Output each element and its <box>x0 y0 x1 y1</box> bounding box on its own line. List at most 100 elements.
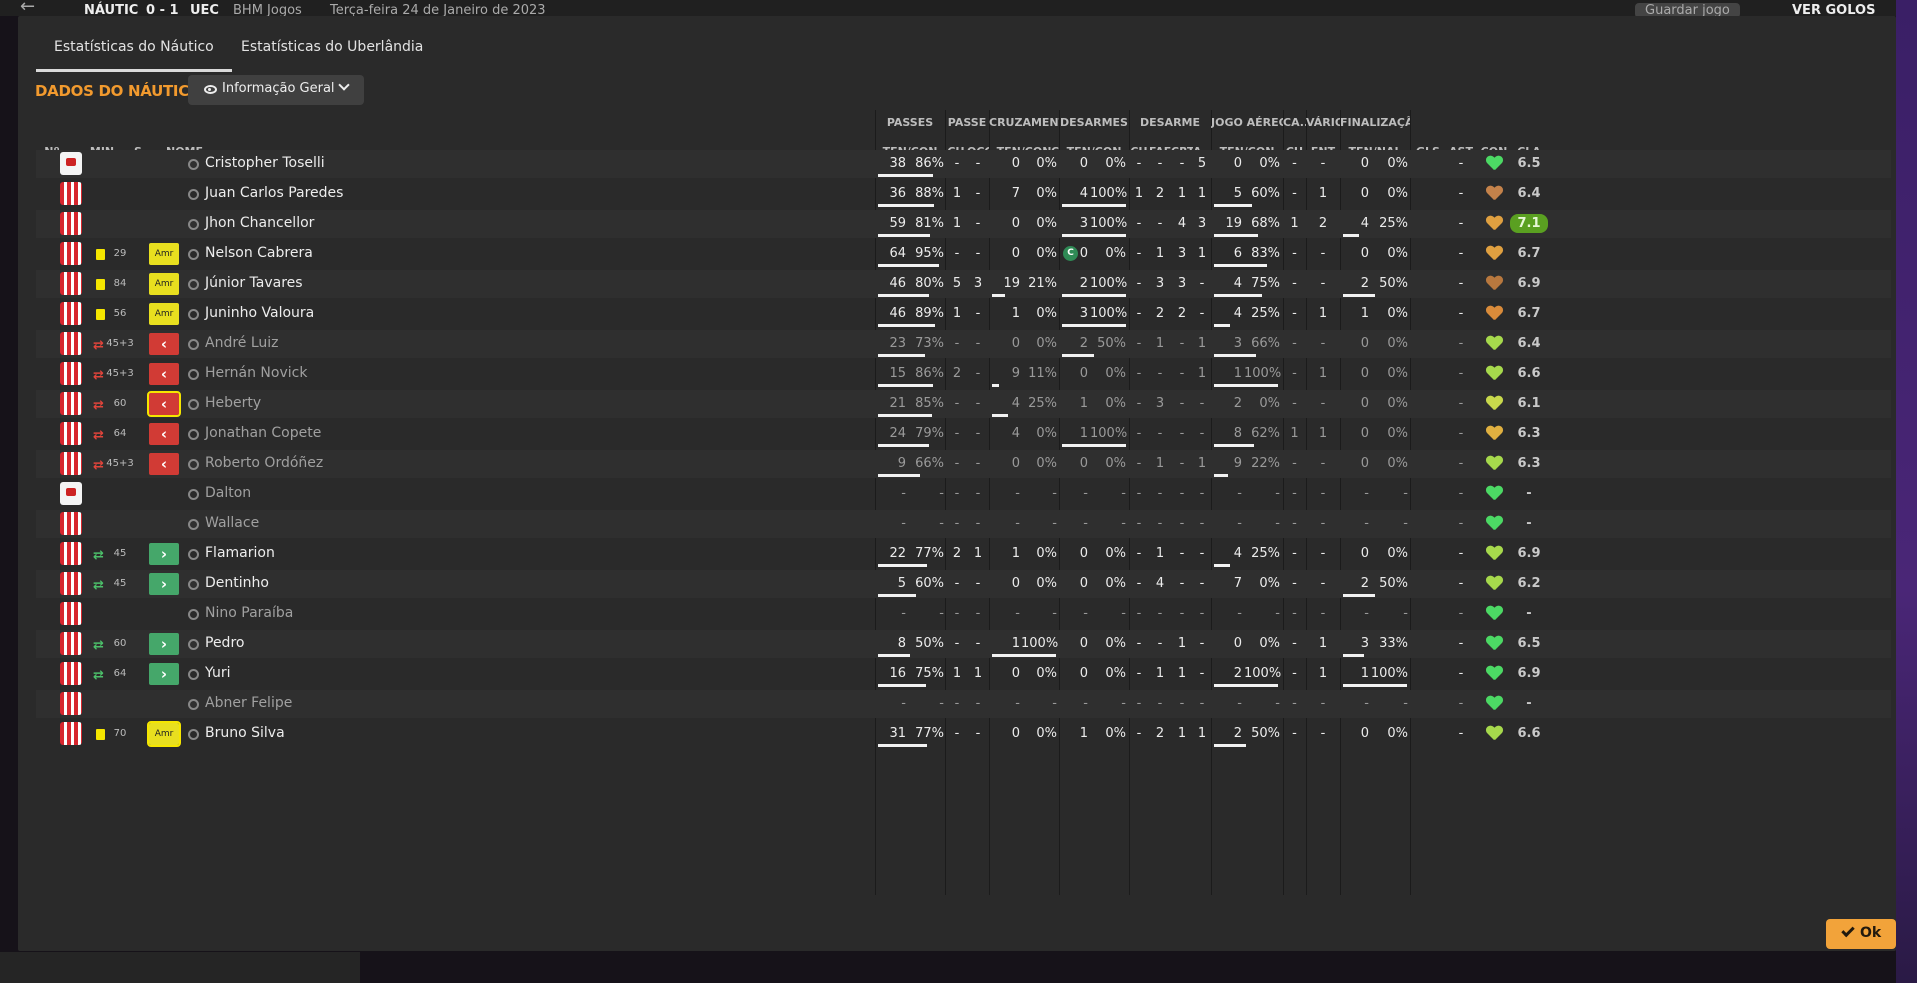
player-name[interactable]: Juan Carlos Paredes <box>205 185 343 201</box>
player-name[interactable]: Roberto Ordóñez <box>205 455 323 471</box>
player-name[interactable]: Abner Felipe <box>205 695 292 711</box>
passes-attempted: 22 <box>889 546 906 561</box>
table-row[interactable]: ⇄ 45+3 ‹ Hernán Novick 15 86% 2-9 11% 0 0% - - -1 1 10… <box>36 360 1891 388</box>
headers-attempted: 7 <box>1233 576 1242 591</box>
tackles-won-pct: - <box>1121 516 1126 531</box>
tackle-a: - <box>1199 666 1205 681</box>
table-row[interactable]: Jhon Chancellor 59 81% 1-0 0% 3 100% - -4 3 19 68% 1… <box>36 210 1891 238</box>
crosses-completed-pct: - <box>1052 516 1057 531</box>
player-name[interactable]: Heberty <box>205 395 261 411</box>
tackles-won-pct: 100% <box>1090 306 1128 321</box>
table-row[interactable]: ⇄ 64 ‹ Jonathan Copete 24 79% - -4 0% 1 100% - - - -8 6… <box>36 420 1891 448</box>
passes-bar <box>878 294 929 297</box>
sub-out-chevron-icon[interactable]: ‹ <box>149 453 179 475</box>
table-row[interactable]: ⇄ 64 › Yuri 16 75% 1 1 0 0% 0 0% -1 1-2 100% -1 1 100% -6.… <box>36 660 1891 688</box>
table-row[interactable]: 70 Amr Bruno Silva 31 77% - -0 0% 1 0% -2 1 1 2 50% - -0… <box>36 720 1891 748</box>
headers-won-pct: - <box>1275 516 1280 531</box>
table-row[interactable]: ⇄ 45 › Dentinho 5 60% - -0 0% 0 0% -4- -7 0% - -2 50% -6.… <box>36 570 1891 598</box>
table-row[interactable]: ⇄ 60 › Pedro 8 50% - -1 100% 0 0% - -1-0 0% -1 3 33% -6.5 <box>36 630 1891 658</box>
key-passes: 5 <box>952 276 962 291</box>
ok-button[interactable]: Ok <box>1826 919 1896 949</box>
yellow-card-badge[interactable]: Amr <box>149 273 179 295</box>
tackle-ch: - <box>1136 546 1142 561</box>
headers-attempted: 6 <box>1233 246 1242 261</box>
yellow-card-badge[interactable]: Amr <box>147 721 181 747</box>
person-icon <box>188 729 199 740</box>
table-row[interactable]: 29 Amr Nelson Cabrera C 64 95% - -0 0% 0 0% -1 3 1 6 83… <box>36 240 1891 268</box>
table-row[interactable]: Dalton - - - - - - - - - - - - - - - - - - - - <box>36 480 1891 508</box>
ca-ch: - <box>1292 636 1297 651</box>
tackle-crt: 3 <box>1177 276 1187 291</box>
table-row[interactable]: Cristopher Toselli 38 86% - -0 0% 0 0% - - -5 0 0% - -… <box>36 150 1891 178</box>
sub-out-chevron-icon[interactable]: ‹ <box>147 391 181 417</box>
passes-attempted: 31 <box>889 726 906 741</box>
passes-completed-pct: 50% <box>915 636 944 651</box>
table-row[interactable]: Wallace - - - - - - - - - - - - - - - - - - - - <box>36 510 1891 538</box>
sub-out-chevron-icon[interactable]: ‹ <box>149 423 179 445</box>
minute-label: 45+3 <box>106 368 134 379</box>
ca-ch: - <box>1292 486 1297 501</box>
player-name[interactable]: Jonathan Copete <box>205 425 321 441</box>
sub-in-chevron-icon[interactable]: › <box>149 543 179 565</box>
tackle-faf: 1 <box>1155 246 1165 261</box>
shots-on-target-pct: 0% <box>1387 456 1408 471</box>
minute-label: 45+3 <box>106 458 134 469</box>
player-name[interactable]: Nino Paraíba <box>205 605 293 621</box>
tackle-faf: 2 <box>1155 306 1165 321</box>
player-name[interactable]: Flamarion <box>205 545 275 561</box>
player-name[interactable]: Wallace <box>205 515 259 531</box>
person-icon <box>188 279 199 290</box>
player-name[interactable]: Cristopher Toselli <box>205 155 325 171</box>
player-name[interactable]: Pedro <box>205 635 244 651</box>
player-name[interactable]: Jhon Chancellor <box>205 215 314 231</box>
sub-in-chevron-icon[interactable]: › <box>149 663 179 685</box>
condition-heart-icon <box>1486 516 1502 532</box>
player-name[interactable]: Juninho Valoura <box>205 305 314 321</box>
table-row[interactable]: ⇄ 45+3 ‹ Roberto Ordóñez 9 66% - -0 0% 0 0% -1-1 9 22… <box>36 450 1891 478</box>
tab-uberlandia-stats[interactable]: Estatísticas do Uberlândia <box>223 36 441 72</box>
table-row[interactable]: Nino Paraíba - - - - - - - - - - - - - - - - - - - - <box>36 600 1891 628</box>
sub-out-chevron-icon[interactable]: ‹ <box>149 363 179 385</box>
ca-ch: - <box>1292 546 1297 561</box>
table-row[interactable]: Juan Carlos Paredes 36 88% 1-7 0% 4 100% 1 2 1 1 5 6… <box>36 180 1891 208</box>
tackle-ch: - <box>1136 576 1142 591</box>
back-arrow-icon[interactable]: ← <box>20 0 35 17</box>
table-row[interactable]: 84 Amr Júnior Tavares 46 80% 5 3 19 21% 2 100% -3 3-… <box>36 270 1891 298</box>
tab-nautico-stats[interactable]: Estatísticas do Náutico <box>36 36 232 72</box>
sub-in-chevron-icon[interactable]: › <box>149 573 179 595</box>
player-name[interactable]: Dalton <box>205 485 251 501</box>
tackle-a: 1 <box>1197 186 1207 201</box>
shirt-icon <box>60 212 82 235</box>
table-row[interactable]: Abner Felipe - - - - - - - - - - - - - - - - - - - - <box>36 690 1891 718</box>
tackles-won-pct: - <box>1121 606 1126 621</box>
tackles-won-pct: - <box>1121 486 1126 501</box>
table-row[interactable]: 56 Amr Juninho Valoura 46 89% 1-1 0% 3 100% -2 2-4… <box>36 300 1891 328</box>
player-name[interactable]: Yuri <box>205 665 230 681</box>
assists: - <box>1458 216 1464 231</box>
ca-ch: - <box>1292 396 1297 411</box>
minute-label: 60 <box>113 398 127 409</box>
tackle-crt: 3 <box>1177 246 1187 261</box>
table-row[interactable]: ⇄ 45+3 ‹ André Luiz 23 73% - -0 0% 2 50% -1-1 3 66% - -… <box>36 330 1891 358</box>
player-name[interactable]: Bruno Silva <box>205 725 285 741</box>
passes-attempted: 46 <box>889 306 906 321</box>
yellow-card-badge[interactable]: Amr <box>149 303 179 325</box>
tackle-crt: - <box>1179 366 1185 381</box>
sub-out-chevron-icon[interactable]: ‹ <box>149 333 179 355</box>
player-name[interactable]: Dentinho <box>205 575 269 591</box>
tackles-bar <box>1062 324 1126 327</box>
table-row[interactable]: ⇄ 45 › Flamarion 22 77% 2 1 1 0% 0 0% -1- -4 25% - -0 0% -… <box>36 540 1891 568</box>
player-name[interactable]: André Luiz <box>205 335 279 351</box>
player-name[interactable]: Hernán Novick <box>205 365 307 381</box>
assists: - <box>1458 456 1464 471</box>
crosses-completed-pct: 0% <box>1036 576 1057 591</box>
tackle-a: - <box>1199 606 1205 621</box>
table-row[interactable]: ⇄ 60 ‹ Heberty 21 85% - -4 25% 1 0% -3- -2 0% - -0 0% -6.… <box>36 390 1891 418</box>
yellow-card-badge[interactable]: Amr <box>149 243 179 265</box>
player-name[interactable]: Nelson Cabrera <box>205 245 313 261</box>
player-rating: 6.6 <box>1517 366 1541 381</box>
crosses-completed-pct: 0% <box>1036 666 1057 681</box>
player-name[interactable]: Júnior Tavares <box>205 275 303 291</box>
view-selector-dropdown[interactable]: Informação Geral <box>188 75 364 105</box>
sub-in-chevron-icon[interactable]: › <box>149 633 179 655</box>
